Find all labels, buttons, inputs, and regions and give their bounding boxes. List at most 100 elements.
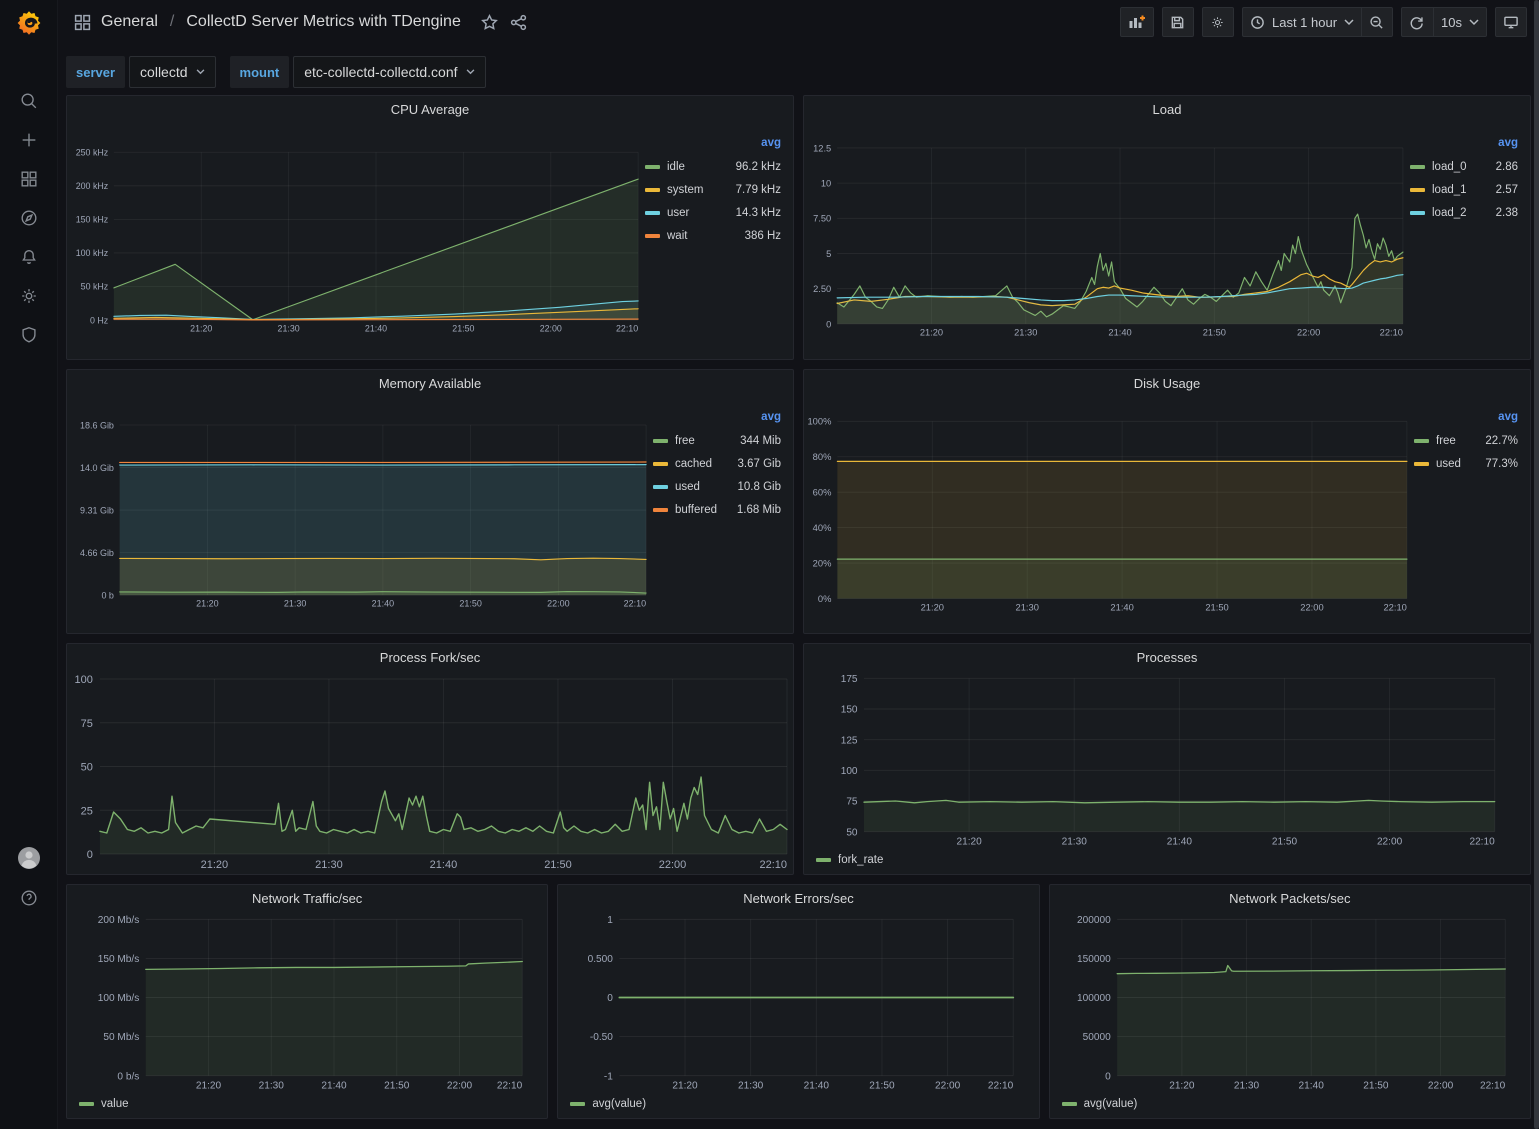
legend-item-value[interactable]: value [79, 1096, 129, 1112]
refresh-interval-picker[interactable]: 10s [1433, 7, 1487, 37]
svg-text:250 kHz: 250 kHz [76, 147, 109, 157]
svg-text:21:30: 21:30 [1014, 328, 1037, 338]
help-icon[interactable] [10, 887, 48, 909]
legend-series-avg-value: 2.57 [1496, 184, 1520, 196]
legend-series-color [653, 462, 668, 466]
network-traffic-legend: value [67, 1094, 547, 1118]
legend-item-buffered[interactable]: buffered1.68 Mib [653, 498, 783, 521]
create-plus-icon[interactable] [10, 129, 48, 151]
alerting-bell-icon[interactable] [10, 246, 48, 268]
legend-item-load_2[interactable]: load_22.38 [1410, 201, 1520, 224]
network-errors-chart[interactable]: -1-0.5000.500121:2021:3021:4021:5022:002… [558, 912, 1038, 1094]
svg-text:0: 0 [1105, 1071, 1111, 1082]
configuration-gear-icon[interactable] [10, 285, 48, 307]
cpu-average-chart[interactable]: 0 Hz50 kHz100 kHz150 kHz200 kHz250 kHz21… [67, 123, 643, 359]
load-chart[interactable]: 02.5057.501012.521:2021:3021:4021:5022:0… [804, 123, 1408, 359]
legend-series-avg-value: 344 Mib [740, 435, 783, 447]
panel-title[interactable]: Load [804, 96, 1530, 123]
svg-text:100: 100 [841, 766, 858, 777]
panel-title[interactable]: Process Fork/sec [67, 644, 793, 671]
disk-usage-chart[interactable]: 0%20%40%60%80%100%21:2021:3021:4021:5022… [804, 397, 1412, 633]
dashboard-grid-icon [74, 14, 91, 31]
panel-network-traffic-sec: Network Traffic/sec 0 b/s50 Mb/s100 Mb/s… [66, 884, 548, 1119]
svg-text:25: 25 [81, 805, 93, 817]
legend-item-used[interactable]: used10.8 Gib [653, 475, 783, 498]
legend-item-free[interactable]: free22.7% [1414, 429, 1520, 452]
panel-title[interactable]: Processes [804, 644, 1530, 671]
svg-text:0: 0 [826, 319, 831, 329]
legend-item-wait[interactable]: wait386 Hz [645, 224, 783, 247]
explore-compass-icon[interactable] [10, 207, 48, 229]
network-traffic-chart[interactable]: 0 b/s50 Mb/s100 Mb/s150 Mb/s200 Mb/s21:2… [67, 912, 547, 1094]
dashboard-title[interactable]: CollectD Server Metrics with TDengine [186, 13, 460, 31]
svg-text:21:40: 21:40 [1110, 602, 1133, 612]
legend-series-color [79, 1102, 94, 1106]
svg-text:22:10: 22:10 [1469, 836, 1495, 847]
server-admin-shield-icon[interactable] [10, 324, 48, 346]
legend-item-free[interactable]: free344 Mib [653, 429, 783, 452]
svg-text:21:20: 21:20 [190, 323, 212, 333]
breadcrumb-folder[interactable]: General [101, 13, 158, 31]
share-icon[interactable] [510, 14, 527, 31]
add-panel-button[interactable] [1120, 7, 1154, 37]
legend-item-cached[interactable]: cached3.67 Gib [653, 452, 783, 475]
chevron-down-icon [466, 69, 475, 75]
disk-usage-legend: avgfree22.7%used77.3% [1412, 397, 1530, 633]
svg-text:22:00: 22:00 [1377, 836, 1403, 847]
memory-available-chart[interactable]: 0 b4.66 Gib9.31 Gib14.0 Gib18.6 Gib21:20… [67, 397, 651, 633]
panel-title[interactable]: Network Errors/sec [558, 885, 1038, 912]
network-packets-chart[interactable]: 05000010000015000020000021:2021:3021:402… [1050, 912, 1530, 1094]
panel-title[interactable]: Network Packets/sec [1050, 885, 1530, 912]
svg-text:0: 0 [608, 993, 614, 1004]
legend-item-used[interactable]: used77.3% [1414, 452, 1520, 475]
svg-text:100: 100 [75, 674, 93, 686]
legend-series-name: load_2 [1432, 207, 1467, 219]
svg-text:21:20: 21:20 [201, 859, 229, 871]
dashboard-settings-button[interactable] [1202, 7, 1234, 37]
legend-item-user[interactable]: user14.3 kHz [645, 201, 783, 224]
save-dashboard-button[interactable] [1162, 7, 1194, 37]
grafana-logo-icon [14, 8, 44, 38]
variable-mount-value[interactable]: etc-collectd-collectd.conf [293, 56, 485, 88]
legend-item-avg(value)[interactable]: avg(value) [570, 1096, 646, 1112]
svg-text:0.500: 0.500 [588, 954, 614, 965]
variable-server: server collectd [66, 56, 216, 88]
panel-title[interactable]: Memory Available [67, 370, 793, 397]
legend-item-load_1[interactable]: load_12.57 [1410, 178, 1520, 201]
svg-text:21:30: 21:30 [284, 599, 306, 609]
user-avatar[interactable] [10, 847, 48, 869]
panel-title[interactable]: Disk Usage [804, 370, 1530, 397]
svg-text:21:50: 21:50 [1203, 328, 1226, 338]
variable-mount-label: mount [230, 56, 290, 88]
legend-item-idle[interactable]: idle96.2 kHz [645, 155, 783, 178]
grafana-logo[interactable] [1, 0, 57, 46]
panel-title[interactable]: Network Traffic/sec [67, 885, 547, 912]
legend-series-color [1414, 462, 1429, 466]
dashboards-icon[interactable] [10, 168, 48, 190]
memory-available-legend: avgfree344 Mibcached3.67 Gibused10.8 Gib… [651, 397, 793, 633]
legend-item-load_0[interactable]: load_02.86 [1410, 155, 1520, 178]
svg-text:22:10: 22:10 [759, 859, 787, 871]
legend-item-fork_rate[interactable]: fork_rate [816, 852, 883, 868]
star-icon[interactable] [481, 14, 498, 31]
vertical-scrollbar[interactable] [1534, 0, 1539, 1129]
process-fork-chart[interactable]: 025507510021:2021:3021:4021:5022:0022:10 [67, 671, 793, 874]
svg-text:21:40: 21:40 [365, 323, 387, 333]
zoom-out-time-button[interactable] [1361, 7, 1393, 37]
legend-series-color [816, 858, 831, 862]
search-icon[interactable] [10, 90, 48, 112]
processes-chart[interactable]: 507510012515017521:2021:3021:4021:5022:0… [804, 671, 1530, 850]
svg-text:20%: 20% [813, 558, 832, 568]
legend-series-avg-value: 7.79 kHz [736, 184, 783, 196]
legend-item-system[interactable]: system7.79 kHz [645, 178, 783, 201]
cycle-view-mode-button[interactable] [1495, 7, 1527, 37]
legend-series-color [1410, 165, 1425, 169]
panel-title[interactable]: CPU Average [67, 96, 793, 123]
refresh-button[interactable] [1401, 7, 1433, 37]
variable-server-value[interactable]: collectd [129, 56, 215, 88]
legend-item-avg(value)[interactable]: avg(value) [1062, 1096, 1138, 1112]
svg-text:22:10: 22:10 [624, 599, 646, 609]
scrollbar-thumb[interactable] [1534, 0, 1539, 1129]
time-range-picker[interactable]: Last 1 hour [1242, 7, 1361, 37]
legend-series-color [1062, 1102, 1077, 1106]
